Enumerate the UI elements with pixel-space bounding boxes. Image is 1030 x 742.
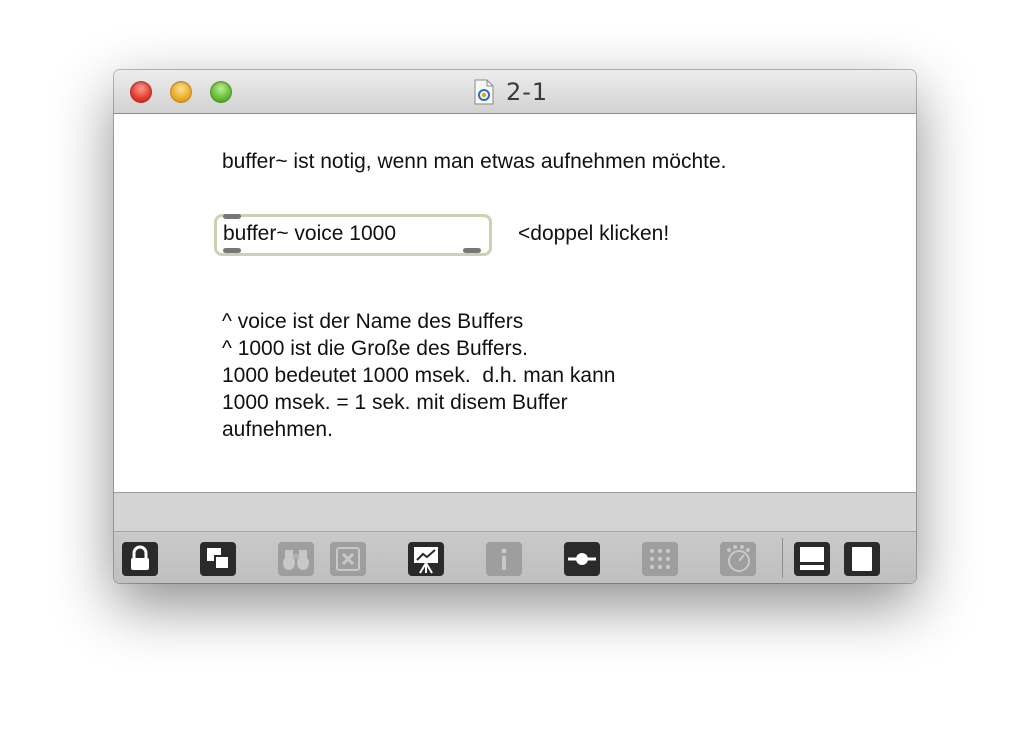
- patch-cord-button[interactable]: [564, 542, 600, 576]
- comment-line-2[interactable]: ^ 1000 ist die Große des Buffers.: [222, 335, 528, 362]
- clear-button[interactable]: [330, 542, 366, 576]
- grid-button[interactable]: [642, 542, 678, 576]
- close-button[interactable]: [130, 81, 152, 103]
- lock-button[interactable]: [122, 542, 158, 576]
- zoom-button[interactable]: [210, 81, 232, 103]
- minimize-button[interactable]: [170, 81, 192, 103]
- document-icon: [474, 79, 494, 105]
- buffer-object-box[interactable]: buffer~ voice 1000: [214, 214, 492, 256]
- right-panel-button[interactable]: [844, 542, 880, 576]
- toolbar-separator: [782, 538, 783, 578]
- comment-line-3[interactable]: 1000 bedeutet 1000 msek. d.h. man kann: [222, 362, 615, 389]
- patcher-canvas[interactable]: buffer~ ist notig, wenn man etwas aufneh…: [114, 114, 916, 492]
- status-bar: [114, 492, 916, 531]
- window-title: 2-1: [506, 78, 549, 106]
- comment-hint[interactable]: <doppel klicken!: [518, 220, 669, 247]
- bottom-toolbar: [114, 531, 916, 583]
- dial-button[interactable]: [720, 542, 756, 576]
- object-text: buffer~ voice 1000: [223, 222, 396, 245]
- title-bar[interactable]: 2-1: [114, 70, 916, 114]
- object-outlet-right[interactable]: [463, 248, 481, 253]
- inspector-button[interactable]: [486, 542, 522, 576]
- comment-line-4[interactable]: 1000 msek. = 1 sek. mit disem Buffer: [222, 389, 568, 416]
- comment-intro[interactable]: buffer~ ist notig, wenn man etwas aufneh…: [222, 148, 727, 175]
- comment-line-5[interactable]: aufnehmen.: [222, 416, 333, 443]
- window-title-group: 2-1: [474, 77, 548, 107]
- patcher-window: 2-1 buffer~ ist notig, wenn man etwas au…: [114, 70, 916, 583]
- presentation-mode-button[interactable]: [200, 542, 236, 576]
- find-button[interactable]: [278, 542, 314, 576]
- present-button[interactable]: [408, 542, 444, 576]
- object-outlet-left[interactable]: [223, 248, 241, 253]
- comment-line-1[interactable]: ^ voice ist der Name des Buffers: [222, 308, 523, 335]
- object-inlet[interactable]: [223, 214, 241, 219]
- bottom-panel-button[interactable]: [794, 542, 830, 576]
